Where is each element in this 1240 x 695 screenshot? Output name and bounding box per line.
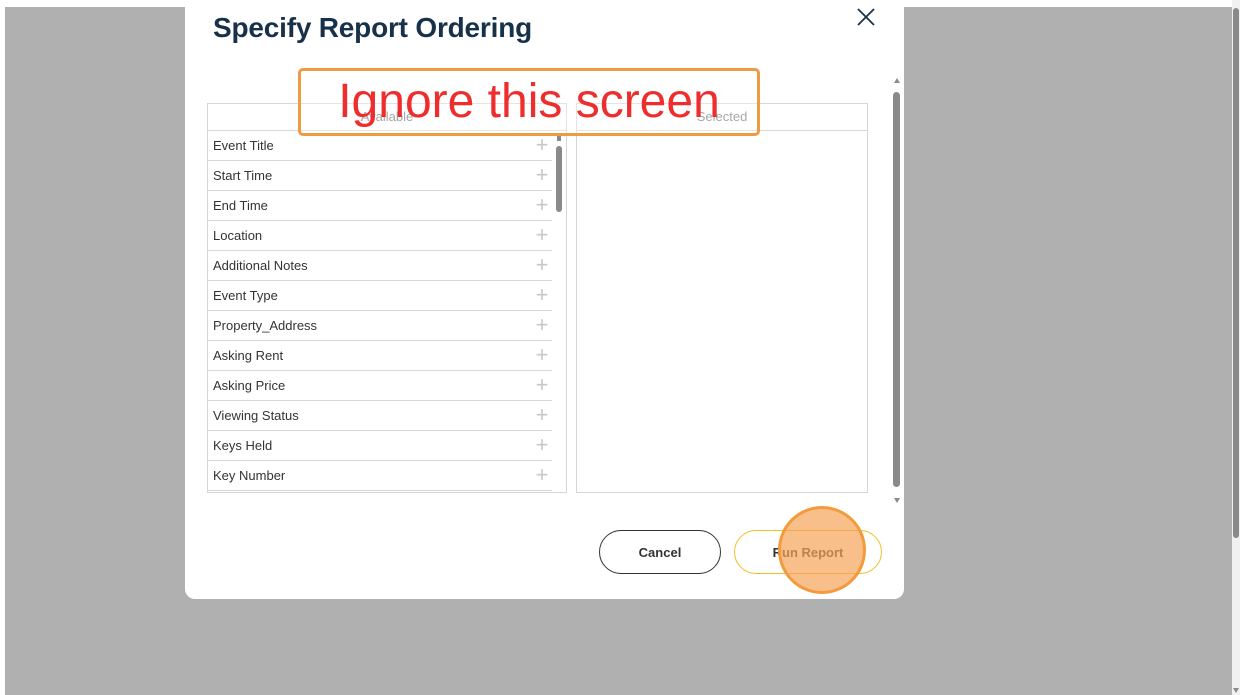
plus-icon[interactable]: + — [534, 401, 550, 430]
available-field-row[interactable]: Keys Held + — [208, 431, 552, 461]
page-scroll-down-arrow[interactable] — [1233, 688, 1239, 693]
plus-icon[interactable]: + — [534, 431, 550, 460]
plus-icon[interactable]: + — [534, 251, 550, 280]
page-scrollbar[interactable] — [1232, 0, 1240, 695]
available-field-label: Event Type — [213, 288, 278, 303]
dialog-scroll-up-arrow[interactable] — [894, 78, 900, 83]
available-field-label: Additional Notes — [213, 258, 308, 273]
available-field-row[interactable]: Asking Price + — [208, 371, 552, 401]
available-field-row[interactable]: Asking Rent + — [208, 341, 552, 371]
close-icon — [857, 8, 875, 26]
page-scrollbar-thumb[interactable] — [1233, 8, 1239, 538]
available-field-label: Key Number — [213, 468, 286, 483]
available-fields-panel: Available Event Title + Start Time + End Tim… — [207, 103, 567, 493]
available-field-row[interactable]: End Time + — [208, 191, 552, 221]
plus-icon[interactable]: + — [534, 191, 550, 220]
plus-icon[interactable]: + — [534, 461, 550, 490]
available-field-row[interactable]: Viewing Status + — [208, 401, 552, 431]
annotation-callout: Ignore this screen — [298, 68, 760, 136]
available-field-row[interactable]: Additional Notes + — [208, 251, 552, 281]
cancel-button[interactable]: Cancel — [599, 530, 721, 574]
selected-fields-panel: Selected — [576, 103, 868, 493]
available-field-label: Event Title — [213, 138, 274, 153]
close-button[interactable] — [853, 4, 879, 30]
available-field-row[interactable]: Start Time + — [208, 161, 552, 191]
plus-icon[interactable]: + — [534, 371, 550, 400]
available-field-row[interactable]: Location + — [208, 221, 552, 251]
run-report-button[interactable]: Run Report — [734, 530, 882, 574]
available-field-label: Location — [213, 228, 263, 243]
plus-icon[interactable]: + — [534, 341, 550, 370]
available-field-label: Keys Held — [213, 438, 273, 453]
available-field-row[interactable]: Event Type + — [208, 281, 552, 311]
available-field-label: Property_Address — [213, 318, 318, 333]
available-field-label: Viewing Status — [213, 408, 299, 423]
plus-icon[interactable]: + — [534, 281, 550, 310]
available-field-label: Asking Price — [213, 378, 286, 393]
available-field-label: Asking Rent — [213, 348, 284, 363]
plus-icon[interactable]: + — [534, 221, 550, 250]
dialog-title: Specify Report Ordering — [213, 12, 533, 43]
plus-icon[interactable]: + — [534, 311, 550, 340]
plus-icon[interactable]: + — [534, 161, 550, 190]
available-list-scrollbar-thumb[interactable] — [556, 146, 562, 212]
dialog-scrollbar[interactable] — [893, 78, 901, 508]
dialog-scrollbar-thumb[interactable] — [893, 92, 900, 487]
available-field-list: Event Title + Start Time + End Time + Location… — [208, 131, 566, 491]
available-field-label: Start Time — [213, 168, 273, 183]
dialog-scroll-down-arrow[interactable] — [894, 498, 900, 503]
available-field-row[interactable]: Property_Address + — [208, 311, 552, 341]
available-field-row[interactable]: Key Number + — [208, 461, 552, 491]
available-field-label: End Time — [213, 198, 268, 213]
available-list-scroll-up[interactable] — [557, 136, 561, 141]
available-list-scrollbar[interactable] — [554, 130, 564, 492]
